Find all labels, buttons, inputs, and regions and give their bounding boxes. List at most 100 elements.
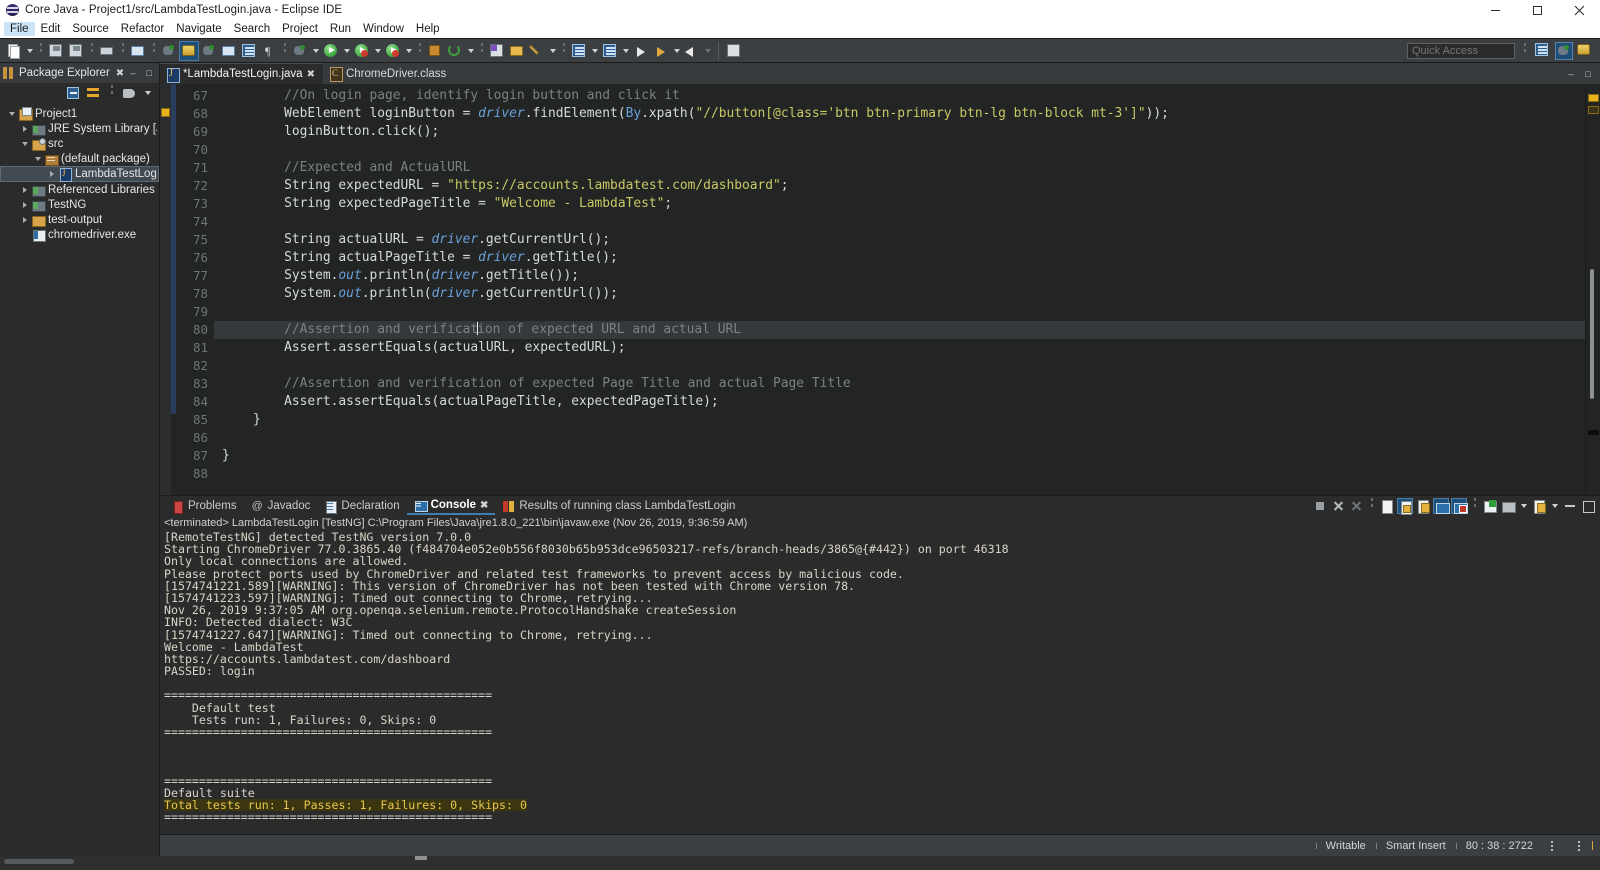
code-line[interactable]: //Assertion and verification of expected… — [214, 321, 1585, 339]
tab-testng-results[interactable]: Results of running class LambdaTestLogin — [495, 497, 742, 515]
expand-arrow-icon[interactable] — [19, 142, 31, 146]
close-icon[interactable]: ✖ — [480, 500, 488, 511]
code-line[interactable]: System.out.println(driver.getTitle()); — [214, 267, 1585, 285]
code-line[interactable] — [214, 303, 1585, 321]
pin-editor-icon[interactable] — [724, 41, 744, 61]
last-edit-location-icon[interactable] — [631, 41, 651, 61]
code-line[interactable]: String actualURL = driver.getCurrentUrl(… — [214, 231, 1585, 249]
coverage-icon[interactable] — [352, 41, 372, 61]
scroll-lock-icon[interactable] — [1397, 498, 1413, 514]
previous-annotation-dropdown-icon[interactable] — [620, 41, 631, 61]
tree-item-default-package[interactable]: (default package) — [0, 151, 159, 166]
menu-refactor[interactable]: Refactor — [115, 22, 170, 36]
collapse-arrow-icon[interactable] — [19, 187, 31, 193]
external-tools-icon[interactable] — [219, 41, 239, 61]
coverage-dropdown-icon[interactable] — [372, 41, 383, 61]
pin-console-icon[interactable] — [1415, 498, 1431, 514]
run-dropdown-icon[interactable] — [341, 41, 352, 61]
code-line[interactable]: //On login page, identify login button a… — [214, 87, 1585, 105]
overview-warning-marker-icon[interactable] — [1588, 94, 1599, 102]
menu-help[interactable]: Help — [410, 22, 446, 36]
new-wizard-dropdown-icon[interactable] — [24, 41, 35, 61]
menu-navigate[interactable]: Navigate — [170, 22, 227, 36]
tree-item-referenced-libraries[interactable]: Referenced Libraries — [0, 182, 159, 197]
link-with-editor-icon[interactable] — [86, 86, 101, 101]
code-line[interactable]: System.out.println(driver.getCurrentUrl(… — [214, 285, 1585, 303]
tab-problems[interactable]: Problems — [164, 497, 244, 515]
tab-console[interactable]: Console ✖ — [407, 497, 496, 515]
minimize-icon[interactable]: – — [127, 67, 139, 79]
tree-item-jre-system-library-javase[interactable]: JRE System Library [JavaSE — [0, 121, 159, 136]
menu-window[interactable]: Window — [357, 22, 410, 36]
overview-marker-icon[interactable] — [1588, 430, 1599, 435]
run-last-dropdown-icon[interactable] — [403, 41, 414, 61]
annotate-dropdown-icon[interactable] — [547, 41, 558, 61]
show-whitespace-icon[interactable]: ¶ — [259, 41, 279, 61]
perspective-debug-icon[interactable] — [1576, 42, 1594, 60]
code-line[interactable]: Assert.assertEquals(actualURL, expectedU… — [214, 339, 1585, 357]
remove-all-terminated-icon[interactable] — [1348, 498, 1364, 514]
open-console-icon[interactable] — [1500, 498, 1516, 514]
open-folder-icon[interactable] — [507, 41, 527, 61]
tree-item-chromedriver-exe[interactable]: chromedriver.exe — [0, 227, 159, 242]
show-console-on-output-icon[interactable] — [1433, 498, 1449, 514]
remove-launch-icon[interactable] — [1330, 498, 1346, 514]
maximize-icon[interactable] — [1580, 498, 1596, 514]
collapse-all-icon[interactable] — [66, 86, 81, 101]
code-line[interactable]: String expectedPageTitle = "Welcome - La… — [214, 195, 1585, 213]
tree-item-test-output[interactable]: test-output — [0, 212, 159, 227]
maximize-button[interactable] — [1516, 0, 1558, 20]
view-menu-dropdown-icon[interactable] — [142, 83, 153, 103]
collapse-arrow-icon[interactable] — [19, 217, 31, 223]
display-selected-console-icon[interactable] — [1482, 498, 1498, 514]
run-icon[interactable] — [321, 41, 341, 61]
menu-file[interactable]: File — [4, 22, 35, 36]
expand-arrow-icon[interactable] — [6, 112, 18, 116]
save-all-icon[interactable] — [66, 41, 86, 61]
show-console-on-error-icon[interactable] — [1451, 498, 1467, 514]
new-console-dropdown-icon[interactable] — [1549, 496, 1560, 516]
forward-icon[interactable] — [682, 41, 702, 61]
code-line[interactable]: String actualPageTitle = driver.getTitle… — [214, 249, 1585, 267]
code-line[interactable]: String expectedURL = "https://accounts.l… — [214, 177, 1585, 195]
status-overflow-icon[interactable] — [1543, 841, 1561, 851]
debug-bug-icon[interactable] — [199, 41, 219, 61]
tab-lambdatestlogin-java[interactable]: *LambdaTestLogin.java ✖ — [160, 63, 323, 84]
debug-dropdown-icon[interactable] — [310, 41, 321, 61]
debug-icon[interactable] — [290, 41, 310, 61]
minimize-button[interactable] — [1474, 0, 1516, 20]
close-icon[interactable]: ✖ — [116, 68, 124, 79]
tab-package-explorer[interactable]: Package Explorer ✖ — [3, 67, 124, 79]
menu-search[interactable]: Search — [228, 22, 276, 36]
new-java-project-icon[interactable] — [159, 41, 179, 61]
collapse-arrow-icon[interactable] — [19, 126, 31, 132]
perspective-java-icon[interactable] — [1555, 42, 1573, 60]
maximize-icon[interactable]: □ — [143, 67, 155, 79]
tab-declaration[interactable]: Declaration — [317, 497, 406, 515]
new-package-icon[interactable] — [425, 41, 445, 61]
close-button[interactable] — [1558, 0, 1600, 20]
refresh-icon[interactable] — [445, 41, 465, 61]
clear-console-icon[interactable] — [1379, 498, 1395, 514]
back-dropdown-icon[interactable] — [671, 41, 682, 61]
code-line[interactable] — [214, 465, 1585, 483]
minimize-icon[interactable] — [1562, 498, 1578, 514]
marker-ruler[interactable] — [160, 84, 171, 495]
previous-annotation-icon[interactable] — [600, 41, 620, 61]
refresh-dropdown-icon[interactable] — [465, 41, 476, 61]
horizontal-scrollbar-thumb[interactable] — [4, 859, 74, 864]
new-console-view-icon[interactable] — [1531, 498, 1547, 514]
open-console-dropdown-icon[interactable] — [1518, 496, 1529, 516]
console-output[interactable]: [RemoteTestNG] detected TestNG version 7… — [160, 530, 1600, 834]
menu-project[interactable]: Project — [276, 22, 324, 36]
tree-item-lambdatestlogin-ja[interactable]: LambdaTestLogin.ja — [0, 166, 159, 182]
collapse-arrow-icon[interactable] — [46, 171, 58, 177]
code-editor[interactable]: 6768697071727374757677787980818283848586… — [160, 84, 1600, 495]
next-annotation-icon[interactable] — [569, 41, 589, 61]
code-line[interactable]: //Expected and ActualURL — [214, 159, 1585, 177]
warning-marker-icon[interactable] — [161, 108, 170, 117]
code-line[interactable]: //Assertion and verification of expected… — [214, 375, 1585, 393]
collapse-arrow-icon[interactable] — [19, 202, 31, 208]
new-wizard-icon[interactable] — [4, 41, 24, 61]
menu-edit[interactable]: Edit — [35, 22, 67, 36]
